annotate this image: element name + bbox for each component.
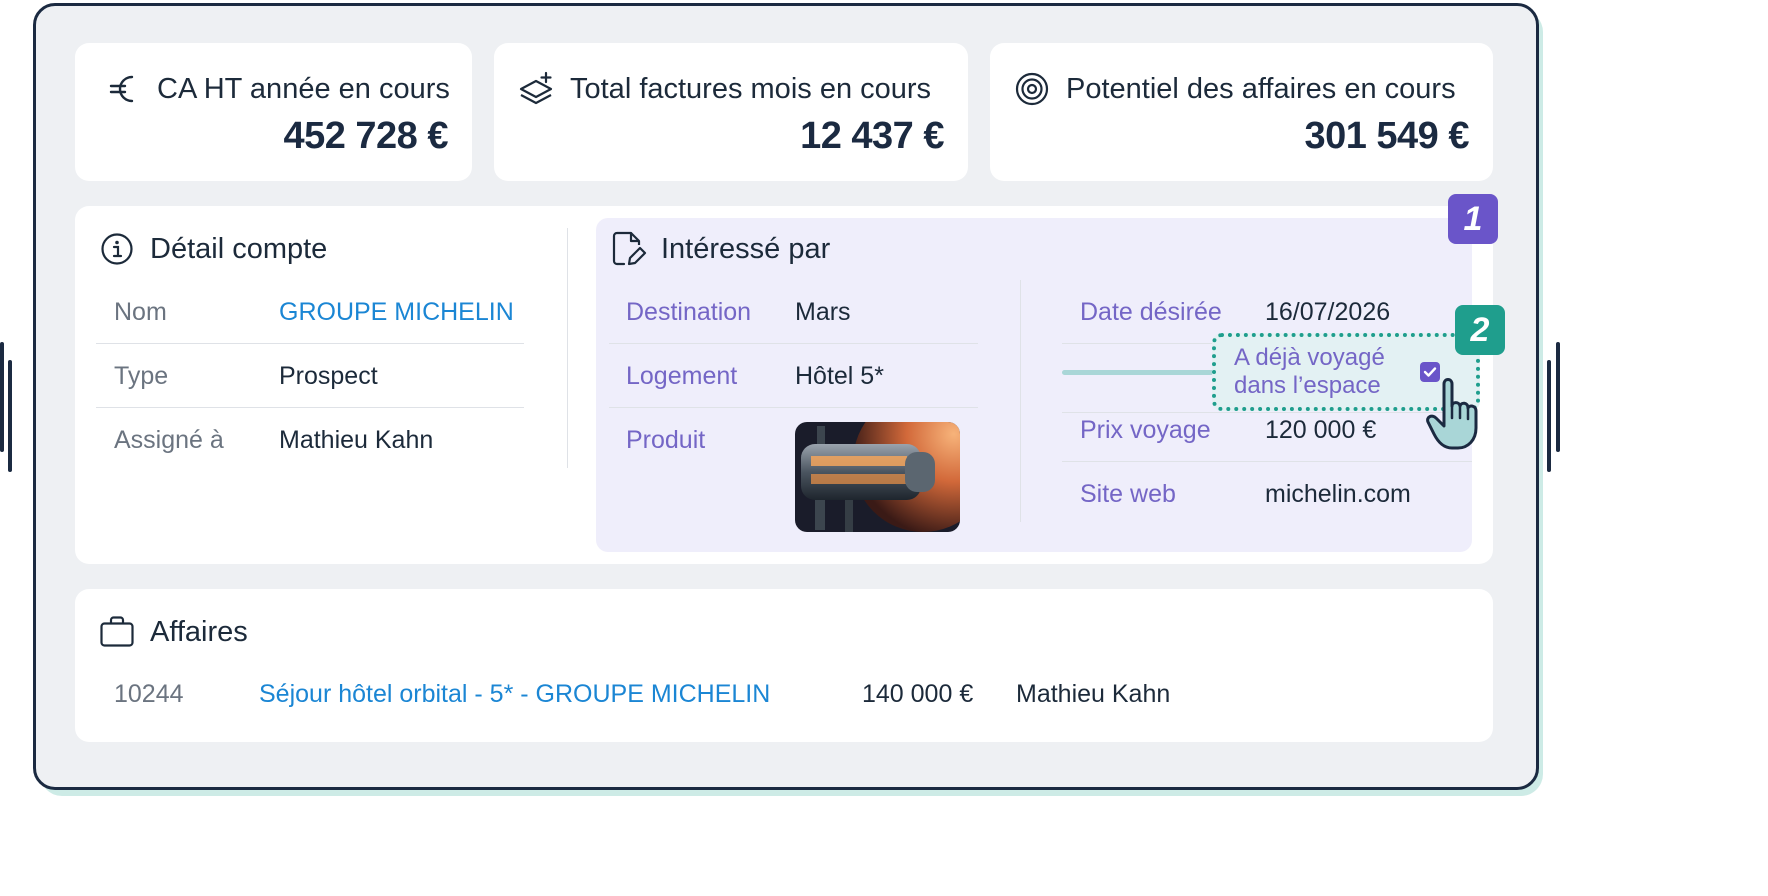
stat-value: 301 549 € xyxy=(1304,115,1469,157)
connector-line xyxy=(1062,370,1224,375)
product-image xyxy=(795,422,960,532)
euro-icon xyxy=(103,69,143,109)
checkbox-label-line1: A déjà voyagé xyxy=(1234,344,1385,371)
account-section-title: Détail compte xyxy=(98,230,327,268)
account-assigned-value: Mathieu Kahn xyxy=(279,426,434,454)
divider xyxy=(96,343,524,344)
stat-label: CA HT année en cours xyxy=(157,72,450,105)
interest-title: Intéressé par xyxy=(661,232,831,265)
target-icon xyxy=(1012,69,1052,109)
account-label-nom: Nom xyxy=(114,298,167,326)
left-edge-mark-inner xyxy=(8,360,12,472)
stat-label: Total factures mois en cours xyxy=(570,72,932,105)
briefcase-icon xyxy=(98,613,136,651)
hand-pointer-icon xyxy=(1424,372,1494,454)
interest-label-logement: Logement xyxy=(626,362,738,390)
deals-section-title: Affaires xyxy=(98,613,248,651)
account-label-type: Type xyxy=(114,362,169,390)
interest-site-value: michelin.com xyxy=(1265,480,1411,508)
interest-label-produit: Produit xyxy=(626,426,706,454)
layers-plus-icon xyxy=(516,69,556,109)
checkbox-label-line2: dans l’espace xyxy=(1234,372,1381,399)
stat-card-potential: Potentiel des affaires en cours 301 549 … xyxy=(990,43,1493,181)
right-edge-mark xyxy=(1556,342,1560,452)
interest-label-site: Site web xyxy=(1080,480,1176,508)
interest-date-value: 16/07/2026 xyxy=(1265,298,1391,326)
deal-owner: Mathieu Kahn xyxy=(1016,680,1171,708)
column-divider xyxy=(1020,280,1021,522)
account-title: Détail compte xyxy=(150,232,328,265)
divider xyxy=(1062,412,1472,413)
document-edit-icon xyxy=(609,230,647,268)
account-label-assigned: Assigné à xyxy=(114,426,224,454)
divider xyxy=(609,343,978,344)
interest-label-prix: Prix voyage xyxy=(1080,416,1211,444)
interest-label-destination: Destination xyxy=(626,298,752,326)
divider xyxy=(1062,461,1472,462)
deals-card xyxy=(75,589,1493,742)
info-icon xyxy=(98,230,136,268)
interest-label-date: Date désirée xyxy=(1080,298,1222,326)
account-type-value: Prospect xyxy=(279,362,378,390)
column-divider xyxy=(567,228,568,468)
step-badge-2: 2 xyxy=(1455,305,1505,355)
stat-card-invoices: Total factures mois en cours 12 437 € xyxy=(494,43,968,181)
deal-name-link[interactable]: Séjour hôtel orbital - 5* - GROUPE MICHE… xyxy=(259,680,770,709)
stat-label: Potentiel des affaires en cours xyxy=(1066,72,1456,105)
right-edge-mark-inner xyxy=(1547,360,1551,472)
deal-id: 10244 xyxy=(114,680,184,708)
stat-value: 12 437 € xyxy=(800,115,944,157)
deals-title: Affaires xyxy=(150,615,248,648)
stat-value: 452 728 € xyxy=(283,115,448,157)
stat-card-revenue: CA HT année en cours 452 728 € xyxy=(75,43,472,181)
left-edge-mark xyxy=(0,342,4,452)
divider xyxy=(96,407,524,408)
interest-destination-value: Mars xyxy=(795,298,851,326)
interest-prix-value: 120 000 € xyxy=(1265,416,1377,444)
interest-section-title: Intéressé par xyxy=(609,230,830,268)
deal-amount: 140 000 € xyxy=(862,680,974,708)
interest-logement-value: Hôtel 5* xyxy=(795,362,884,390)
step-badge-1: 1 xyxy=(1448,194,1498,244)
divider xyxy=(609,407,978,408)
account-name-link[interactable]: GROUPE MICHELIN xyxy=(279,298,514,327)
